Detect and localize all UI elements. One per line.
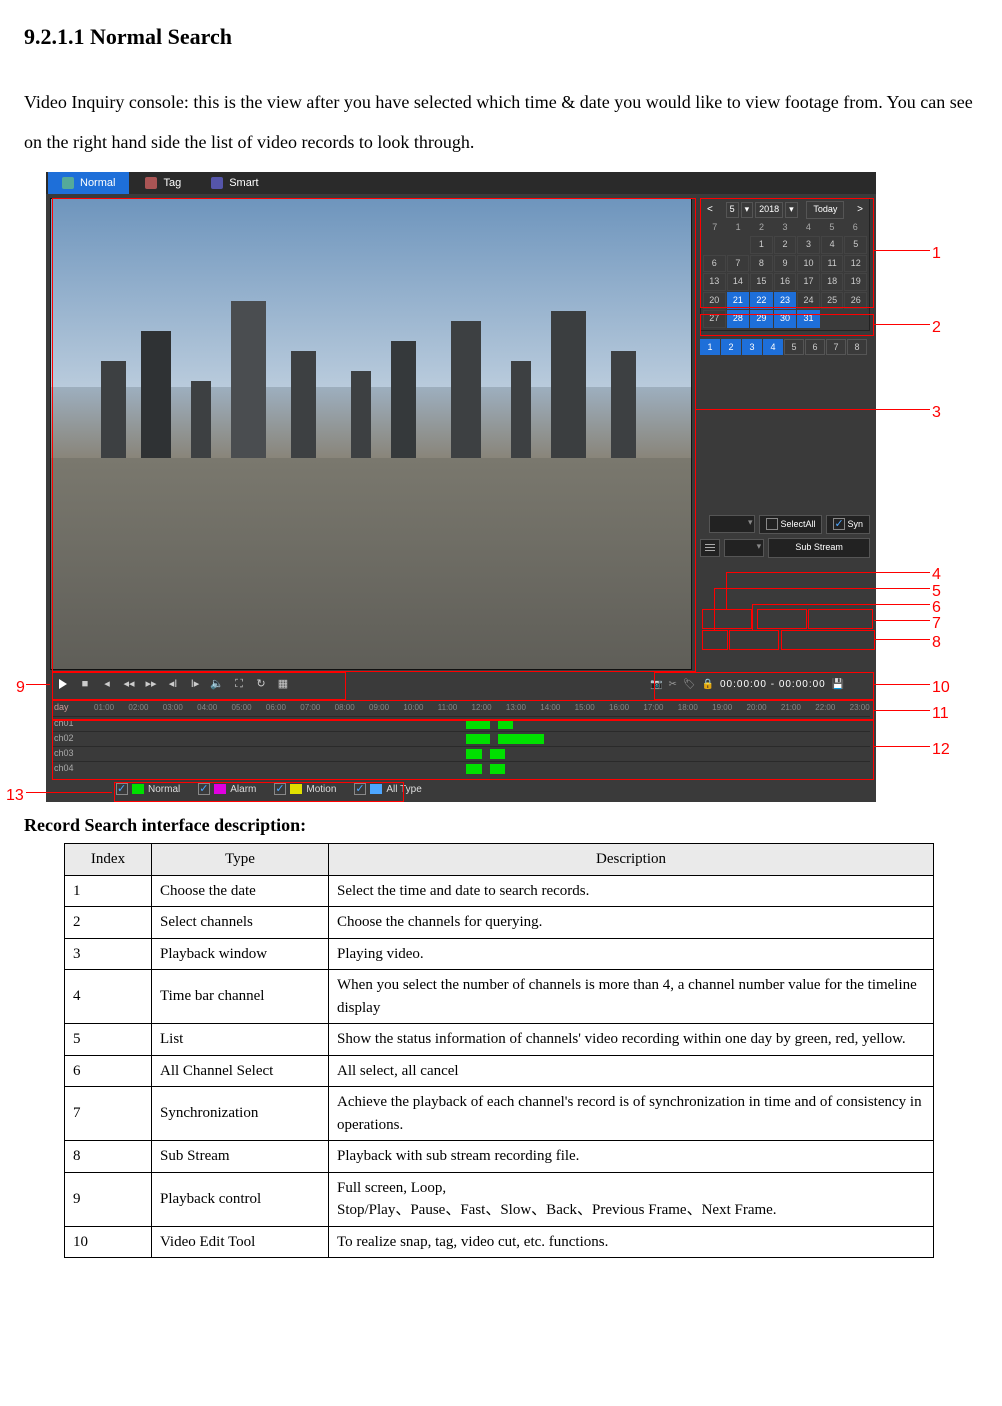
- table-row: 10Video Edit ToolTo realize snap, tag, v…: [65, 1226, 934, 1258]
- description-table: Index Type Description 1Choose the dateS…: [64, 843, 934, 1258]
- sub-stream-button[interactable]: Sub Stream: [768, 538, 870, 558]
- checkbox-icon: [833, 518, 845, 530]
- cell-description: All select, all cancel: [329, 1055, 934, 1087]
- callout-11: 11: [932, 702, 949, 726]
- list-page-dropdown[interactable]: [724, 539, 765, 557]
- channel-button[interactable]: 2: [721, 339, 741, 355]
- options-row-1: SelectAll Syn: [700, 515, 870, 535]
- cell-type: Time bar channel: [152, 970, 329, 1024]
- cell-type: Playback control: [152, 1172, 329, 1226]
- cell-index: 6: [65, 1055, 152, 1087]
- options-row-2: Sub Stream: [700, 538, 870, 558]
- cell-type: All Channel Select: [152, 1055, 329, 1087]
- cell-type: Select channels: [152, 907, 329, 939]
- cell-type: Choose the date: [152, 875, 329, 907]
- cell-description: Select the time and date to search recor…: [329, 875, 934, 907]
- list-icon: [705, 547, 715, 548]
- channel-button[interactable]: 7: [826, 339, 846, 355]
- smart-icon: [211, 177, 223, 189]
- cell-description: Show the status information of channels'…: [329, 1024, 934, 1056]
- cell-description: Choose the channels for querying.: [329, 907, 934, 939]
- channel-button[interactable]: 8: [847, 339, 867, 355]
- channel-button[interactable]: 6: [805, 339, 825, 355]
- cell-type: Synchronization: [152, 1087, 329, 1141]
- callout-13: 13: [6, 784, 24, 808]
- channel-button[interactable]: 5: [784, 339, 804, 355]
- cell-index: 4: [65, 970, 152, 1024]
- section-heading: 9.2.1.1 Normal Search: [24, 20, 978, 53]
- callout-3: 3: [932, 401, 941, 425]
- table-row: 6All Channel SelectAll select, all cance…: [65, 1055, 934, 1087]
- tab-normal[interactable]: Normal: [48, 172, 129, 194]
- cell-type: Sub Stream: [152, 1141, 329, 1173]
- btn-label: Syn: [847, 518, 863, 532]
- timebar-channel-dropdown[interactable]: [709, 515, 755, 533]
- cell-description: Playback with sub stream recording file.: [329, 1141, 934, 1173]
- tab-label: Smart: [229, 175, 258, 192]
- tab-label: Tag: [163, 175, 181, 192]
- table-row: 3Playback windowPlaying video.: [65, 938, 934, 970]
- tab-bar: Normal Tag Smart: [46, 172, 876, 194]
- cell-index: 5: [65, 1024, 152, 1056]
- cell-index: 7: [65, 1087, 152, 1141]
- callout-8: 8: [932, 631, 941, 655]
- channel-button[interactable]: 4: [763, 339, 783, 355]
- cell-index: 8: [65, 1141, 152, 1173]
- table-row: 8Sub StreamPlayback with sub stream reco…: [65, 1141, 934, 1173]
- list-button[interactable]: [700, 539, 720, 557]
- tab-label: Normal: [80, 175, 115, 192]
- th-desc: Description: [329, 844, 934, 876]
- cell-index: 3: [65, 938, 152, 970]
- tag-icon: [145, 177, 157, 189]
- tab-smart[interactable]: Smart: [197, 172, 272, 194]
- cell-index: 10: [65, 1226, 152, 1258]
- normal-icon: [62, 177, 74, 189]
- callout-1: 1: [932, 242, 941, 266]
- channel-button[interactable]: 1: [700, 339, 720, 355]
- table-title: Record Search interface description:: [24, 812, 978, 839]
- intro-text: Video Inquiry console: this is the view …: [24, 83, 978, 162]
- cell-description: Full screen, Loop, Stop/Play、Pause、Fast、…: [329, 1172, 934, 1226]
- table-row: 2Select channelsChoose the channels for …: [65, 907, 934, 939]
- syn-button[interactable]: Syn: [826, 515, 870, 535]
- th-index: Index: [65, 844, 152, 876]
- select-all-button[interactable]: SelectAll: [759, 515, 822, 535]
- cell-description: Achieve the playback of each channel's r…: [329, 1087, 934, 1141]
- cell-description: To realize snap, tag, video cut, etc. fu…: [329, 1226, 934, 1258]
- cell-type: Video Edit Tool: [152, 1226, 329, 1258]
- btn-label: SelectAll: [780, 518, 815, 532]
- table-row: 9Playback controlFull screen, Loop, Stop…: [65, 1172, 934, 1226]
- checkbox-icon: [766, 518, 778, 530]
- th-type: Type: [152, 844, 329, 876]
- cell-description: Playing video.: [329, 938, 934, 970]
- cell-index: 2: [65, 907, 152, 939]
- table-row: 5ListShow the status information of chan…: [65, 1024, 934, 1056]
- callout-10: 10: [932, 676, 950, 700]
- cell-type: Playback window: [152, 938, 329, 970]
- cell-description: When you select the number of channels i…: [329, 970, 934, 1024]
- table-row: 1Choose the dateSelect the time and date…: [65, 875, 934, 907]
- btn-label: Sub Stream: [795, 541, 843, 555]
- tab-tag[interactable]: Tag: [131, 172, 195, 194]
- cell-index: 1: [65, 875, 152, 907]
- table-row: 4Time bar channelWhen you select the num…: [65, 970, 934, 1024]
- cell-type: List: [152, 1024, 329, 1056]
- table-row: 7SynchronizationAchieve the playback of …: [65, 1087, 934, 1141]
- callout-2: 2: [932, 316, 941, 340]
- annotated-figure: Normal Tag Smart < 5▾2018▾ Today > 71234…: [46, 172, 956, 802]
- cell-index: 9: [65, 1172, 152, 1226]
- channel-selector[interactable]: 12345678: [700, 339, 870, 355]
- callout-9: 9: [16, 676, 25, 700]
- channel-button[interactable]: 3: [742, 339, 762, 355]
- callout-12: 12: [932, 738, 950, 762]
